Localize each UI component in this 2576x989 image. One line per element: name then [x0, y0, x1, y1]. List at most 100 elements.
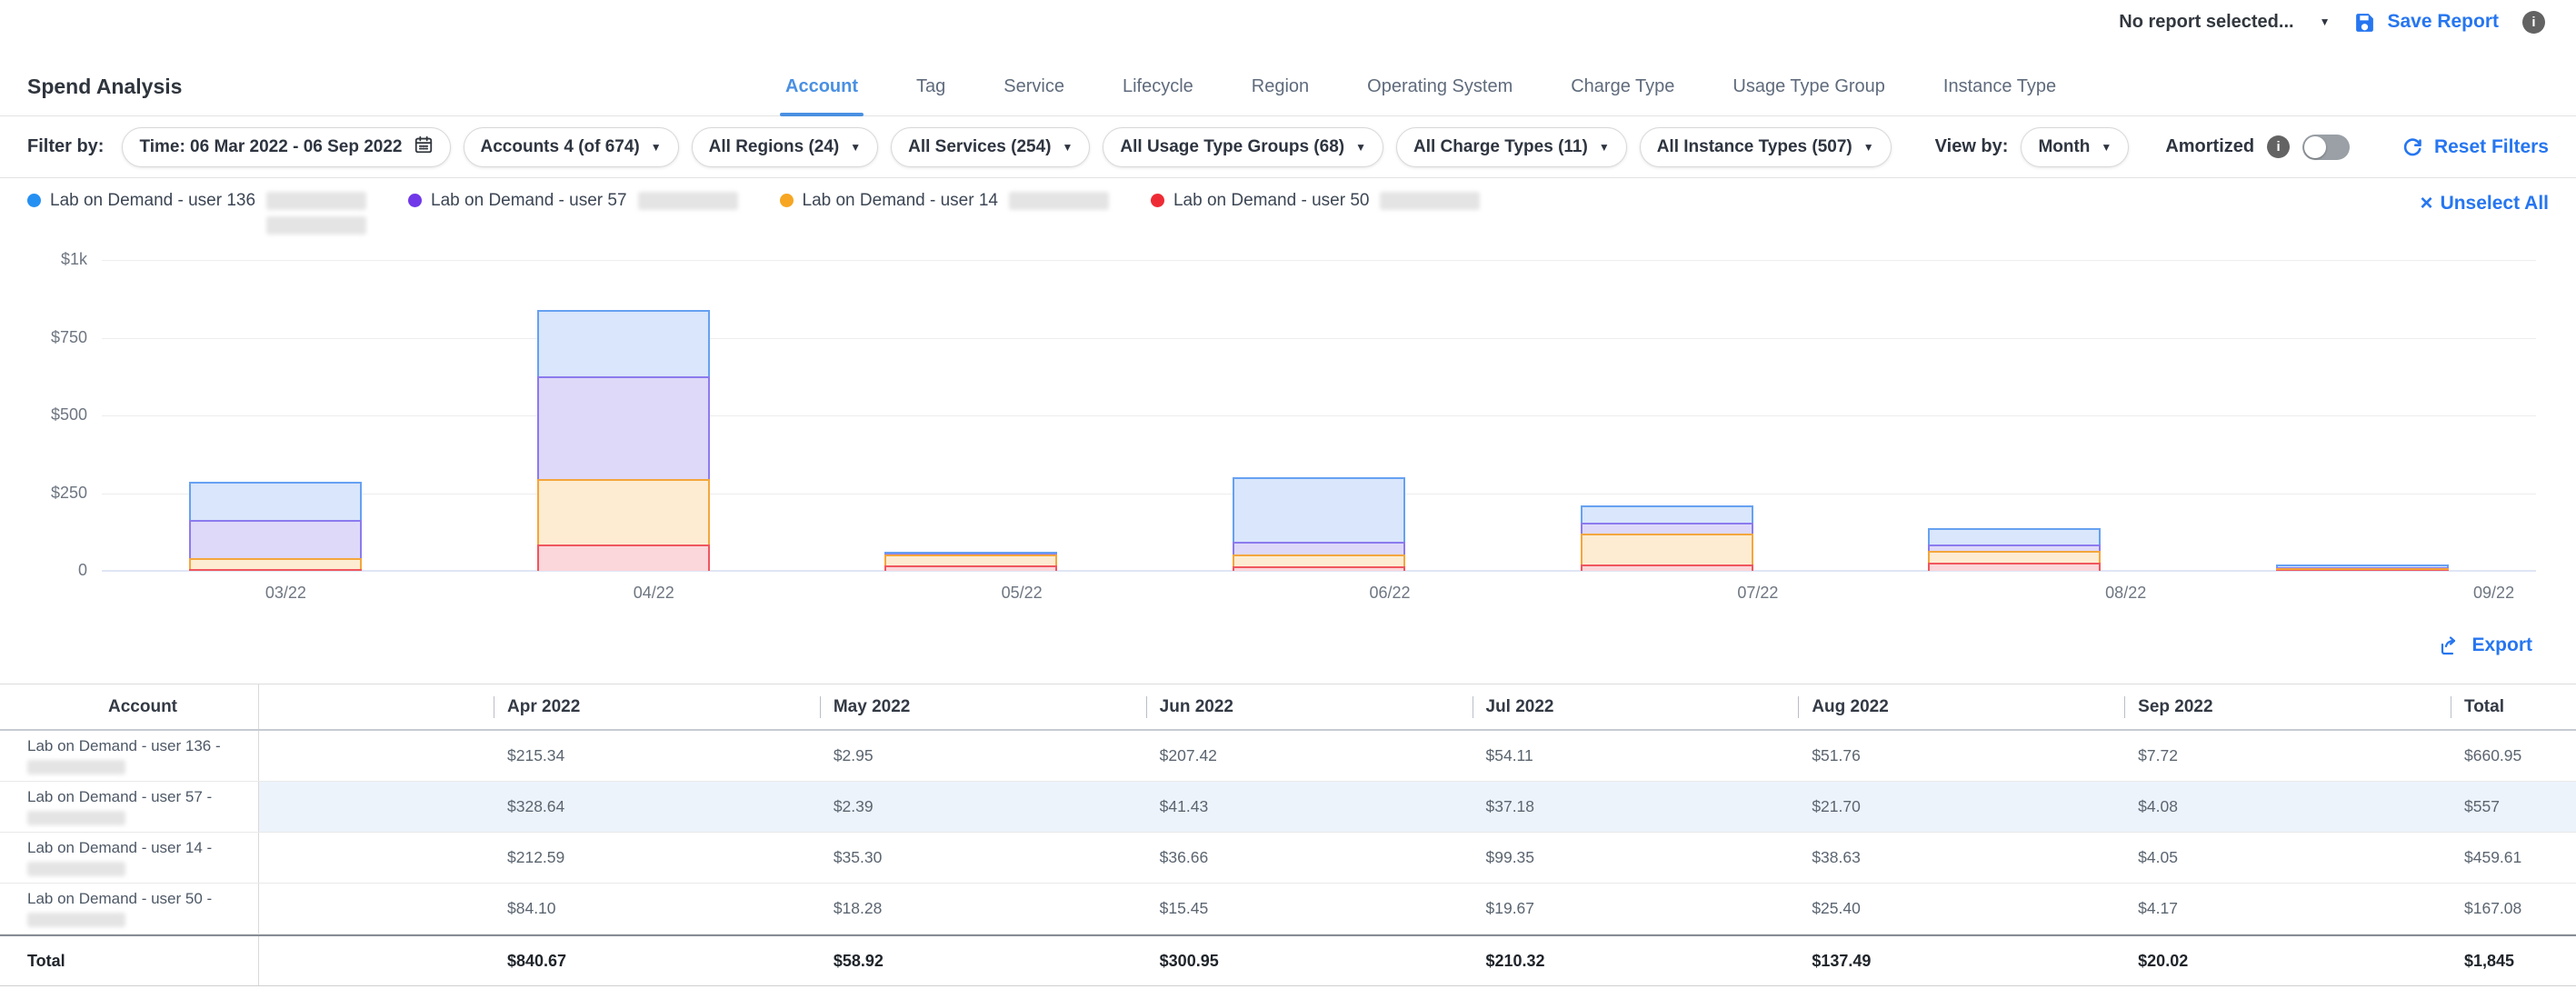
value-cell: $212.59	[494, 848, 820, 867]
legend-item-2[interactable]: Lab on Demand - user 14	[780, 191, 1109, 211]
redacted-text	[638, 192, 738, 210]
header-tick	[820, 696, 821, 718]
legend-item-label: Lab on Demand - user 14	[803, 191, 998, 211]
view-by-value: Month	[2038, 137, 2090, 157]
bar-segment	[537, 479, 710, 545]
value-cell: $4.05	[2124, 848, 2451, 867]
filter-pill-6[interactable]: All Instance Types (507) ▼	[1640, 127, 1892, 167]
total-label: Total	[27, 952, 65, 971]
value-cell: $328.64	[494, 782, 820, 832]
filter-pill-label: All Charge Types (11)	[1413, 137, 1588, 157]
chevron-down-icon: ▼	[1863, 141, 1874, 154]
value-cell: $99.35	[1473, 848, 1799, 867]
table-row: Lab on Demand - user 57 - $328.64$2.39$41…	[0, 782, 2576, 833]
export-button[interactable]: Export	[2439, 634, 2532, 656]
reset-filters-button[interactable]: Reset Filters	[2401, 136, 2549, 158]
bar-segment	[189, 569, 362, 571]
legend-item-row: Lab on Demand - user 14	[803, 191, 1109, 211]
empty-cell	[259, 782, 494, 832]
export-bar: Export	[0, 607, 2576, 684]
total-value-cell: $20.02	[2124, 952, 2451, 971]
chevron-down-icon: ▼	[651, 141, 662, 154]
bar-segment	[1928, 544, 2101, 551]
legend-item-1[interactable]: Lab on Demand - user 57	[408, 191, 737, 211]
filter-pill-4[interactable]: All Usage Type Groups (68)▼	[1103, 127, 1383, 167]
legend-dot-icon	[27, 194, 41, 207]
value-cell: $84.10	[494, 899, 820, 918]
info-icon[interactable]: i	[2267, 135, 2290, 158]
value-cell: $21.70	[1798, 782, 2124, 832]
filter-pill-0[interactable]: Time: 06 Mar 2022 - 06 Sep 2022	[122, 127, 450, 167]
tab-instance-type[interactable]: Instance Type	[1938, 76, 2062, 115]
filter-by-label: Filter by:	[27, 136, 104, 157]
table-total-row: Total$840.67$58.92$300.95$210.32$137.49$…	[0, 934, 2576, 986]
refresh-icon	[2401, 136, 2423, 158]
redacted-text	[1009, 192, 1109, 210]
plot-area	[102, 260, 2536, 571]
value-cell: $37.18	[1473, 782, 1799, 832]
spend-chart: $1k$750$500$2500 03/2204/2205/2206/2207/…	[0, 247, 2576, 607]
report-selector[interactable]: No report selected... ▼	[2119, 12, 2330, 33]
total-value-cell: $300.95	[1146, 952, 1473, 971]
legend-item-3[interactable]: Lab on Demand - user 50	[1151, 191, 1480, 211]
table-row: Lab on Demand - user 136 -$215.34$2.95$2…	[0, 731, 2576, 782]
top-bar: No report selected... ▼ Save Report i	[0, 0, 2576, 44]
legend-item-label: Lab on Demand - user 50	[1173, 191, 1369, 211]
value-cell: $18.28	[820, 899, 1146, 918]
unselect-all-button[interactable]: × Unselect All	[2421, 193, 2549, 215]
column-header-label: Total	[2464, 697, 2504, 717]
filter-pill-label: All Instance Types (507)	[1657, 137, 1852, 157]
value-cell: $2.39	[820, 782, 1146, 832]
column-header-jun-2022: Jun 2022	[1146, 696, 1473, 718]
empty-cell	[259, 936, 494, 985]
tab-bar: Account Tag Service Lifecycle Region Operatin…	[780, 76, 2062, 115]
view-by-select[interactable]: Month ▼	[2021, 127, 2129, 167]
gridline	[102, 338, 2536, 339]
table-header-row: AccountApr 2022May 2022Jun 2022Jul 2022A…	[0, 684, 2576, 731]
legend-dot-icon	[408, 194, 422, 207]
legend-item-0[interactable]: Lab on Demand - user 136	[27, 191, 366, 235]
legend-item-label: Lab on Demand - user 57	[431, 191, 626, 211]
tab-operating-system[interactable]: Operating System	[1362, 76, 1518, 115]
header-tick	[1146, 696, 1147, 718]
account-cell: Lab on Demand - user 57 -	[0, 782, 259, 832]
tab-charge-type[interactable]: Charge Type	[1565, 76, 1680, 115]
filter-pill-2[interactable]: All Regions (24)▼	[692, 127, 878, 167]
bar-segment	[884, 552, 1057, 554]
tab-region[interactable]: Region	[1246, 76, 1314, 115]
value-cell: $215.34	[494, 746, 820, 765]
filter-pill-5[interactable]: All Charge Types (11)▼	[1396, 127, 1627, 167]
filter-pill-label: Time: 06 Mar 2022 - 06 Sep 2022	[139, 137, 402, 157]
page-title: Spend Analysis	[27, 75, 182, 99]
x-axis-label: 03/22	[231, 584, 340, 603]
amortized-toggle[interactable]	[2302, 135, 2350, 160]
close-icon: ×	[2421, 195, 2433, 213]
filter-pill-3[interactable]: All Services (254)▼	[891, 127, 1090, 167]
bar-segment	[1233, 566, 1405, 571]
legend-item-body: Lab on Demand - user 57	[431, 191, 737, 211]
tab-account[interactable]: Account	[780, 76, 864, 115]
export-label: Export	[2471, 634, 2532, 656]
header-tick	[2124, 696, 2125, 718]
account-name: Lab on Demand - user 14 -	[27, 839, 212, 857]
legend-item-body: Lab on Demand - user 14	[803, 191, 1109, 211]
total-value-cell: $137.49	[1798, 952, 2124, 971]
tab-lifecycle[interactable]: Lifecycle	[1117, 76, 1199, 115]
gridline	[102, 260, 2536, 261]
chevron-down-icon[interactable]: ▼	[2320, 15, 2331, 28]
chart-legend: Lab on Demand - user 136 Lab on Demand - …	[0, 178, 2576, 247]
save-report-button[interactable]: Save Report	[2353, 11, 2499, 34]
tab-usage-type-group[interactable]: Usage Type Group	[1727, 76, 1891, 115]
legend-item-body: Lab on Demand - user 50	[1173, 191, 1480, 211]
total-value-cell: $840.67	[494, 952, 820, 971]
bar-segment	[1233, 477, 1405, 542]
filter-pill-1[interactable]: Accounts 4 (of 674)▼	[464, 127, 679, 167]
bar-segment	[189, 482, 362, 520]
value-cell: $41.43	[1146, 782, 1473, 832]
empty-column	[259, 684, 494, 729]
tab-tag[interactable]: Tag	[911, 76, 951, 115]
value-cell: $15.45	[1146, 899, 1473, 918]
tab-service[interactable]: Service	[998, 76, 1070, 115]
info-icon[interactable]: i	[2522, 11, 2545, 34]
account-header-label: Account	[108, 697, 177, 717]
